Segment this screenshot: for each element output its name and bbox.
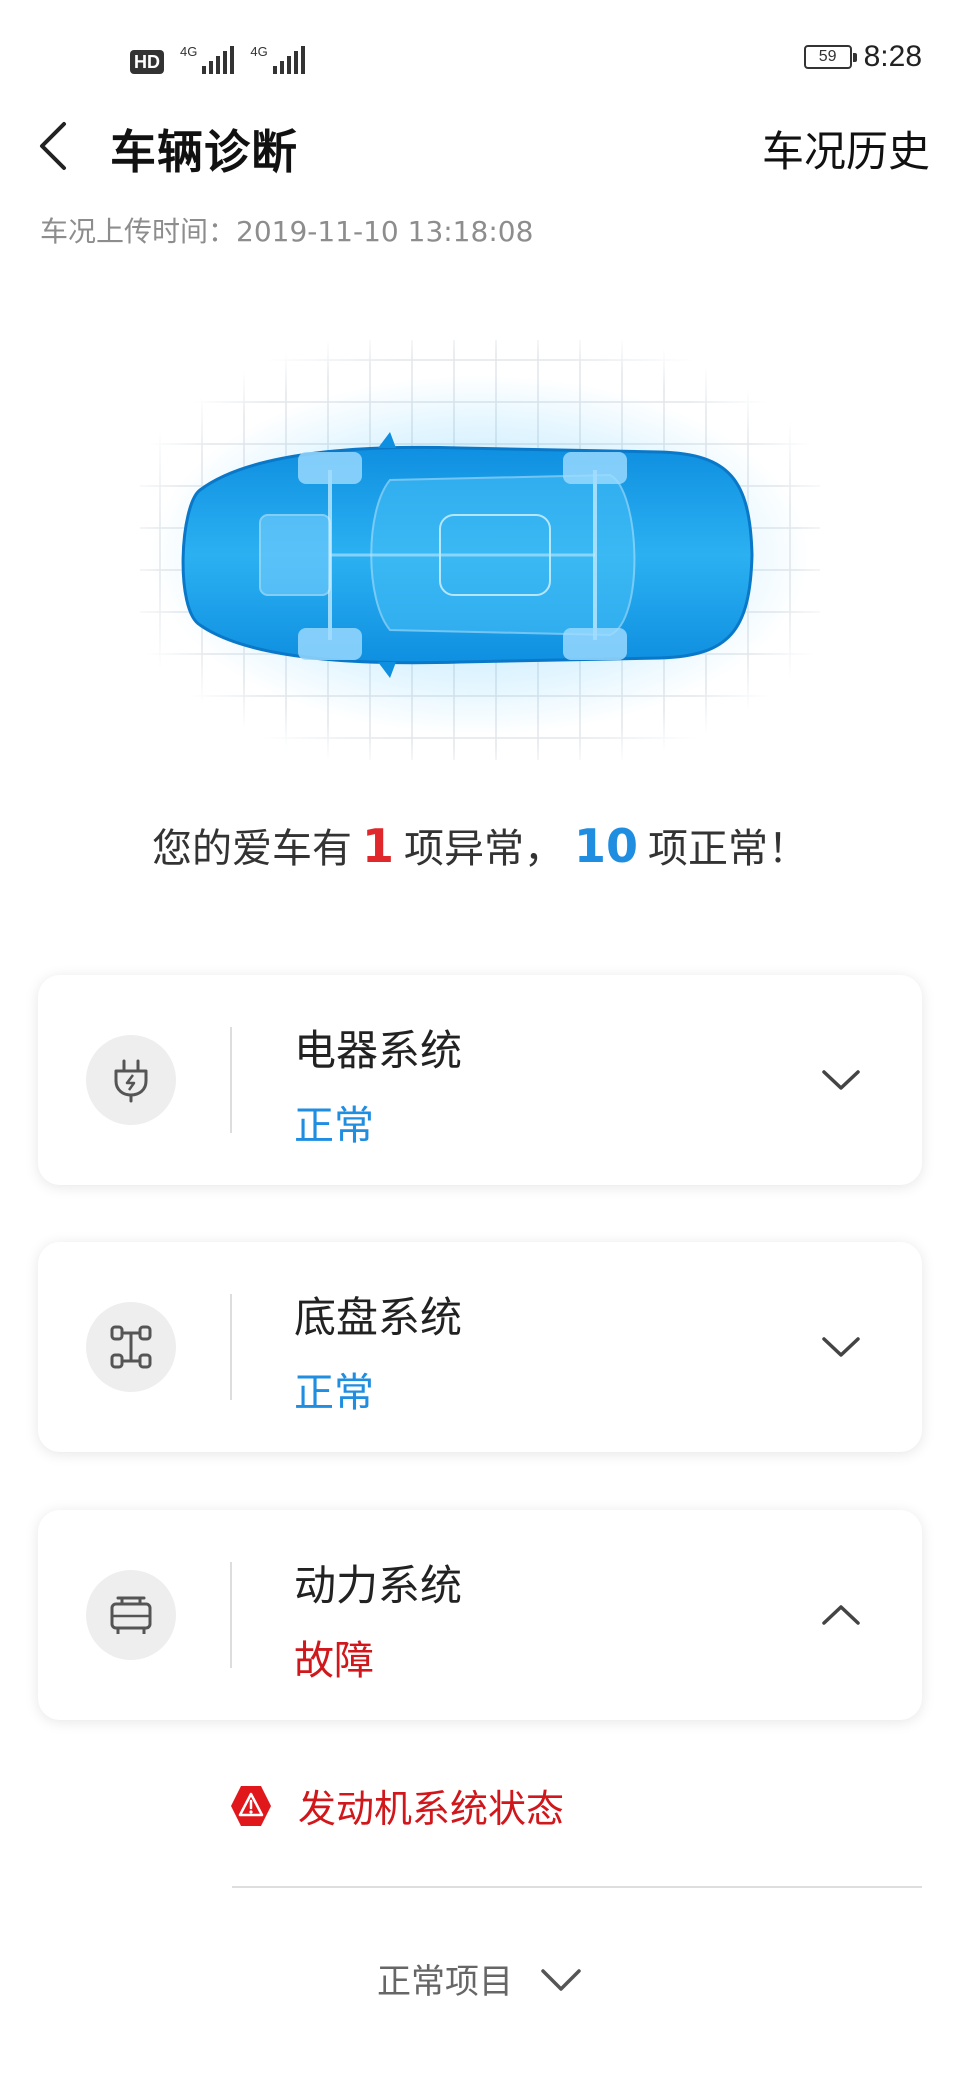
network-type-label-2: 4G bbox=[250, 44, 268, 59]
signal-strength-icon-2: 4G bbox=[250, 44, 305, 74]
signal-strength-icon: 4G bbox=[180, 44, 235, 74]
clock: 8:28 bbox=[863, 40, 922, 73]
chevron-down-icon bbox=[541, 1968, 581, 1991]
chevron-down-icon bbox=[822, 1070, 860, 1090]
plug-icon bbox=[114, 1059, 148, 1103]
chevron-left-icon bbox=[40, 122, 66, 170]
system-name: 底盘系统 bbox=[294, 1293, 463, 1342]
upload-time-text: 车况上传时间：2019-11-10 13:18:08 bbox=[40, 215, 534, 248]
warning-icon bbox=[231, 1785, 271, 1826]
system-name: 动力系统 bbox=[294, 1561, 463, 1610]
diagnosis-summary: 您的爱车有 1 项异常， 10 项正常！ bbox=[0, 816, 960, 874]
vehicle-diagnosis-screen: HD 4G 4G 59 8:28 车辆诊断 车况历史 车况上传时间：2019-1… bbox=[0, 0, 960, 2080]
engine-icon bbox=[110, 1596, 152, 1634]
card-divider bbox=[230, 1294, 232, 1400]
fault-item-engine-status[interactable]: 发动机系统状态 bbox=[228, 1778, 564, 1833]
system-status: 正常 bbox=[294, 1103, 374, 1149]
card-divider bbox=[230, 1562, 232, 1668]
summary-suffix: 项正常！ bbox=[648, 826, 809, 872]
summary-prefix: 您的爱车有 bbox=[151, 826, 352, 872]
normal-items-label: 正常项目 bbox=[377, 1962, 513, 2002]
normal-items-toggle[interactable]: 正常项目 bbox=[0, 1954, 960, 2003]
system-icon-wrap bbox=[86, 1302, 176, 1392]
system-card-electrical[interactable]: 电器系统 正常 bbox=[38, 975, 922, 1185]
normal-count: 10 bbox=[574, 819, 639, 873]
status-bar-right: 59 8:28 bbox=[803, 40, 922, 74]
fault-item-label: 发动机系统状态 bbox=[298, 1787, 565, 1831]
car-illustration bbox=[140, 340, 820, 760]
system-name: 电器系统 bbox=[294, 1026, 463, 1075]
hd-voice-badge: HD bbox=[130, 50, 164, 74]
fault-divider bbox=[232, 1886, 922, 1888]
chevron-up-icon bbox=[822, 1605, 860, 1625]
chevron-down-icon bbox=[822, 1337, 860, 1357]
status-bar-left: HD 4G 4G bbox=[130, 44, 305, 74]
battery-icon: 59 bbox=[803, 45, 857, 69]
vehicle-history-link[interactable]: 车况历史 bbox=[762, 118, 930, 179]
system-card-powertrain[interactable]: 动力系统 故障 bbox=[38, 1510, 922, 1720]
system-icon-wrap bbox=[86, 1570, 176, 1660]
status-bar: HD 4G 4G 59 8:28 bbox=[0, 0, 960, 120]
system-status: 故障 bbox=[294, 1638, 374, 1684]
chassis-icon bbox=[110, 1325, 152, 1369]
system-status: 正常 bbox=[294, 1370, 374, 1416]
system-icon-wrap bbox=[86, 1035, 176, 1125]
summary-middle: 项异常， bbox=[404, 826, 564, 872]
system-card-chassis[interactable]: 底盘系统 正常 bbox=[38, 1242, 922, 1452]
abnormal-count: 1 bbox=[361, 819, 394, 873]
page-title: 车辆诊断 bbox=[110, 125, 298, 179]
car-xray-image bbox=[140, 340, 820, 760]
network-type-label: 4G bbox=[180, 44, 198, 59]
back-button[interactable] bbox=[30, 118, 76, 174]
card-divider bbox=[230, 1027, 232, 1133]
